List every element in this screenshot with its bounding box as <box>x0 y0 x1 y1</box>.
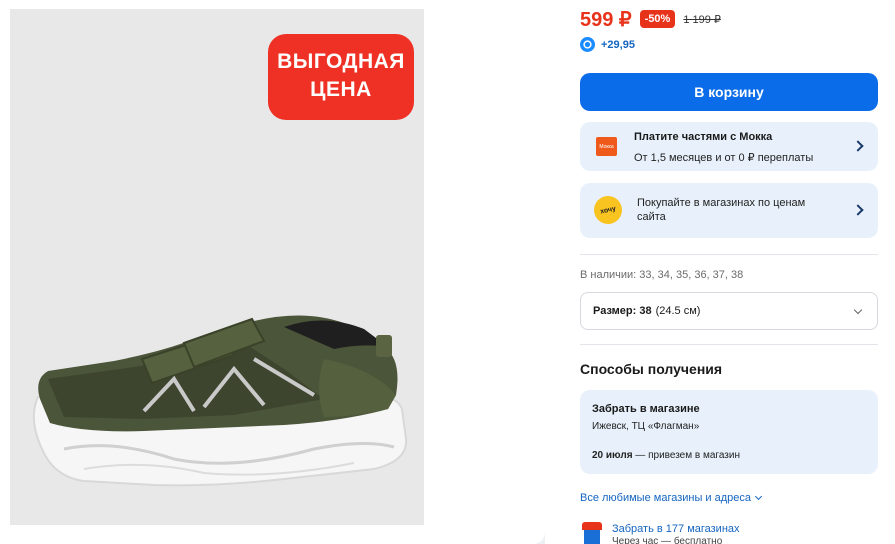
mokka-installments-card[interactable]: Мокка Платите частями с Мокка От 1,5 мес… <box>580 122 878 171</box>
chevron-right-icon <box>852 139 864 152</box>
size-select-label: Размер: 38 <box>593 305 652 317</box>
pickup-date-note: — привезем в магазин <box>632 450 740 461</box>
pickup-date-row: 20 июля — привезем в магазин <box>592 450 740 461</box>
stores-pickup-row[interactable]: Забрать в 177 магазинах Через час — бесп… <box>582 522 740 544</box>
promo-badge-line2: ЦЕНА <box>310 78 372 101</box>
divider <box>580 344 878 345</box>
product-gallery: ВЫГОДНАЯ ЦЕНА <box>0 0 545 544</box>
divider <box>580 254 878 255</box>
store-pickup-card[interactable]: Забрать в магазине Ижевск, ТЦ «Флагман» … <box>580 390 878 474</box>
promo-badge-line1: ВЫГОДНАЯ <box>277 50 405 73</box>
product-photo[interactable]: ВЫГОДНАЯ ЦЕНА <box>10 9 424 525</box>
pickup-date: 20 июля <box>592 450 633 461</box>
store-icon <box>582 522 602 544</box>
purchase-panel: 599 ₽ -50% 1 199 ₽ +29,95 В корзину Мокк… <box>545 0 895 544</box>
mokka-title: Платите частями с Мокка <box>634 131 773 143</box>
mokka-logo-icon: Мокка <box>596 137 617 156</box>
size-select-detail: (24.5 см) <box>655 305 701 317</box>
all-stores-label: Все любимые магазины и адреса <box>580 492 752 504</box>
size-select[interactable]: Размер: 38 (24.5 см) <box>580 292 878 330</box>
chevron-down-icon <box>853 305 863 315</box>
stores-pickup-sub: Через час — бесплатно <box>612 536 723 544</box>
store-prices-card[interactable]: хочу Покупайте в магазинах по ценам сайт… <box>580 183 878 238</box>
bonus-row[interactable]: +29,95 <box>580 37 635 52</box>
mokka-subtitle: От 1,5 месяцев и от 0 ₽ переплаты <box>634 152 814 164</box>
pickup-address: Ижевск, ТЦ «Флагман» <box>592 421 700 432</box>
pickup-title: Забрать в магазине <box>592 403 700 415</box>
bonus-amount: +29,95 <box>601 38 635 51</box>
price-row: 599 ₽ -50% 1 199 ₽ <box>580 7 721 31</box>
chevron-right-icon <box>852 203 864 216</box>
hochu-logo-icon: хочу <box>591 193 625 227</box>
chevron-down-icon <box>754 492 763 501</box>
sneaker-image <box>32 315 408 487</box>
stores-pickup-label: Забрать в 177 магазинах <box>612 523 740 535</box>
promo-badge: ВЫГОДНАЯ ЦЕНА <box>268 34 414 120</box>
all-stores-link[interactable]: Все любимые магазины и адреса <box>580 492 763 504</box>
current-price: 599 ₽ <box>580 8 632 31</box>
available-sizes: В наличии: 33, 34, 35, 36, 37, 38 <box>580 269 744 281</box>
bonus-coin-icon <box>580 37 595 52</box>
old-price: 1 199 ₽ <box>683 13 721 26</box>
discount-badge: -50% <box>639 10 676 28</box>
add-to-cart-button[interactable]: В корзину <box>580 73 878 111</box>
store-prices-text: Покупайте в магазинах по ценам сайта <box>637 197 806 223</box>
delivery-section-title: Способы получения <box>580 361 723 377</box>
